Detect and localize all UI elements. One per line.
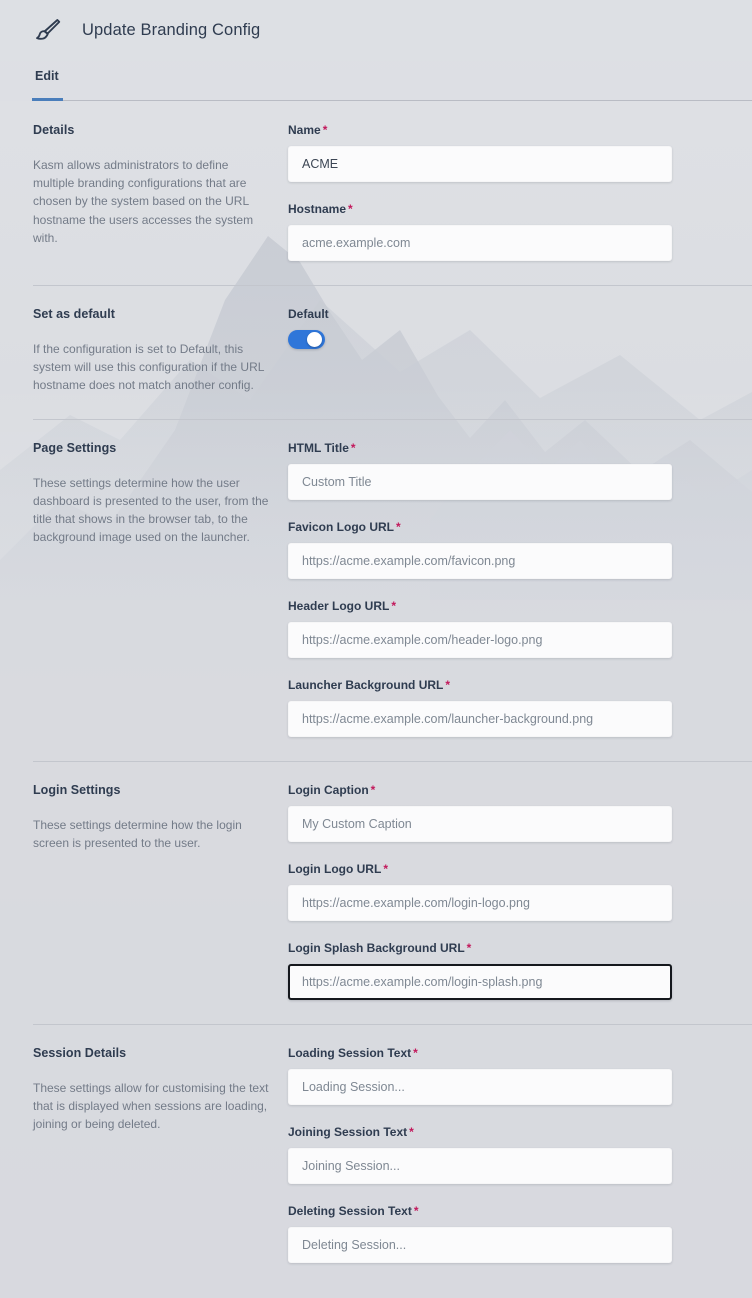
- required-marker: *: [348, 202, 353, 216]
- field-label-default: Default: [288, 307, 329, 321]
- page-root: Update Branding Config Edit Details Kasm…: [0, 0, 752, 1298]
- required-marker: *: [466, 940, 472, 955]
- label-text: Name: [288, 123, 321, 137]
- required-marker: *: [445, 677, 451, 692]
- label-text: Favicon Logo URL: [288, 519, 394, 534]
- required-marker: *: [413, 1203, 419, 1218]
- field-label-deleting-session-text: Deleting Session Text *: [288, 1204, 752, 1218]
- field-label-login-caption: Login Caption *: [288, 783, 752, 797]
- default-toggle[interactable]: [288, 330, 325, 349]
- field-label-login-logo-url: Login Logo URL *: [288, 862, 752, 876]
- field-loading-session-text: Loading Session Text *: [288, 1046, 752, 1105]
- deleting-session-text-input[interactable]: [288, 1226, 672, 1263]
- label-text: Hostname: [288, 202, 347, 216]
- section-page-info: Page Settings These settings determine h…: [0, 441, 288, 737]
- section-session-fields: Loading Session Text* Joining Session Te…: [288, 1046, 752, 1263]
- login-logo-url-input[interactable]: [288, 884, 672, 921]
- section-description: Kasm allows administrators to define mul…: [33, 158, 254, 245]
- required-marker: *: [322, 123, 328, 137]
- section-default-info: Set as default If the configuration is s…: [0, 307, 288, 395]
- tab-edit[interactable]: Edit: [32, 61, 63, 101]
- field-label-html-title: HTML Title *: [288, 441, 752, 455]
- field-deleting-session-text: Deleting Session Text *: [288, 1204, 752, 1263]
- field-label-header-logo-url: Header Logo URL *: [288, 599, 752, 613]
- label-text: Login Logo URL: [288, 861, 382, 876]
- section-page-fields: HTML Title* Favicon Logo URL* Header Log…: [288, 441, 752, 737]
- loading-session-text-input[interactable]: [288, 1068, 672, 1105]
- field-label-loading-session-text: Loading Session Text *: [288, 1046, 752, 1060]
- label-text: Deleting Session Text: [288, 1203, 412, 1218]
- section-login-settings: Login Settings These settings determine …: [0, 760, 752, 1024]
- field-header-logo-url: Header Logo URL *: [288, 599, 752, 658]
- section-details-fields: Name* Hostname*: [288, 123, 752, 261]
- field-launcher-background-url: Launcher Background URL *: [288, 678, 752, 737]
- login-splash-background-url-input[interactable]: [288, 963, 672, 1000]
- field-default-toggle: Default: [288, 307, 752, 349]
- section-login-info: Login Settings These settings determine …: [0, 783, 288, 1000]
- hostname-input[interactable]: [288, 225, 672, 261]
- required-marker: *: [413, 1045, 418, 1060]
- section-title: Session Details: [33, 1045, 127, 1060]
- section-title: Page Settings: [33, 440, 117, 455]
- section-description: If the configuration is set to Default, …: [33, 342, 264, 393]
- default-toggle-wrap: [288, 330, 752, 349]
- section-title: Set as default: [33, 307, 115, 321]
- required-marker: *: [391, 598, 397, 613]
- field-hostname: Hostname *: [288, 202, 752, 261]
- paintbrush-icon: [36, 18, 61, 40]
- required-marker: *: [370, 782, 376, 797]
- field-label-launcher-background-url: Launcher Background URL *: [288, 678, 752, 692]
- field-label-login-splash-background-url: Login Splash Background URL *: [288, 941, 752, 955]
- name-input[interactable]: [288, 146, 672, 182]
- required-marker: *: [396, 519, 401, 534]
- section-title: Login Settings: [33, 782, 121, 797]
- section-login-fields: Login Caption* Login Logo URL* Login Spl…: [288, 783, 752, 1000]
- label-text: Joining Session Text: [288, 1124, 408, 1139]
- section-details-info: Details Kasm allows administrators to de…: [0, 123, 288, 261]
- section-details: Details Kasm allows administrators to de…: [0, 101, 752, 285]
- field-label-name: Name *: [288, 123, 752, 137]
- required-marker: *: [409, 1124, 414, 1139]
- label-text: Login Caption: [288, 782, 369, 797]
- label-text: Login Splash Background URL: [288, 940, 465, 955]
- launcher-background-url-input[interactable]: [288, 700, 672, 737]
- toggle-knob: [307, 332, 322, 347]
- field-label-joining-session-text: Joining Session Text *: [288, 1125, 752, 1139]
- section-page-settings: Page Settings These settings determine h…: [0, 418, 752, 761]
- section-title: Details: [33, 123, 75, 137]
- field-html-title: HTML Title *: [288, 441, 752, 500]
- page-title: Update Branding Config: [82, 21, 261, 39]
- field-name: Name *: [288, 123, 752, 182]
- header-logo-url-input[interactable]: [288, 621, 672, 658]
- label-text: Launcher Background URL: [288, 677, 444, 692]
- label-text: Header Logo URL: [288, 598, 390, 613]
- field-joining-session-text: Joining Session Text *: [288, 1125, 752, 1184]
- favicon-logo-url-input[interactable]: [288, 542, 672, 579]
- field-login-logo-url: Login Logo URL *: [288, 862, 752, 921]
- section-description: These settings allow for customising the…: [33, 1080, 269, 1132]
- field-label-hostname: Hostname *: [288, 202, 752, 216]
- section-set-as-default: Set as default If the configuration is s…: [0, 285, 752, 419]
- label-text: HTML Title: [288, 440, 349, 455]
- html-title-input[interactable]: [288, 463, 672, 500]
- section-session-info: Session Details These settings allow for…: [0, 1046, 288, 1263]
- login-caption-input[interactable]: [288, 805, 672, 842]
- page-header: Update Branding Config: [0, 0, 752, 61]
- joining-session-text-input[interactable]: [288, 1147, 672, 1184]
- field-label-favicon-logo-url: Favicon Logo URL *: [288, 520, 752, 534]
- section-description: These settings determine how the login s…: [33, 817, 242, 850]
- section-description: These settings determine how the user da…: [33, 475, 269, 545]
- section-session-details: Session Details These settings allow for…: [0, 1023, 752, 1287]
- field-favicon-logo-url: Favicon Logo URL *: [288, 520, 752, 579]
- tab-bar: Edit: [0, 61, 752, 101]
- field-login-caption: Login Caption *: [288, 783, 752, 842]
- label-text: Loading Session Text: [288, 1045, 412, 1060]
- required-marker: *: [383, 861, 388, 876]
- section-default-control: Default: [288, 307, 752, 395]
- required-marker: *: [350, 440, 356, 455]
- field-login-splash-background-url: Login Splash Background URL *: [288, 941, 752, 1000]
